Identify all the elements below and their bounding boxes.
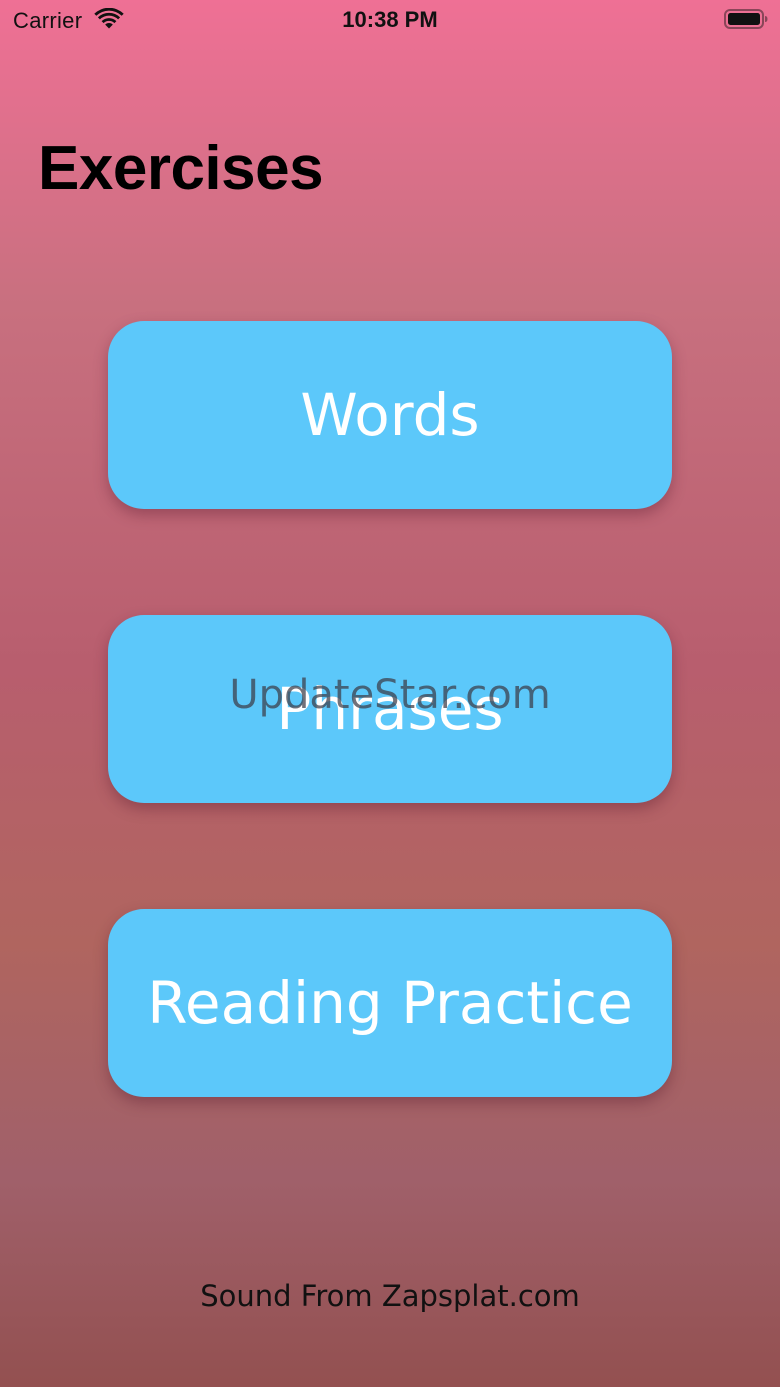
reading-practice-button-label: Reading Practice <box>147 969 633 1037</box>
words-button[interactable]: Words <box>108 321 672 509</box>
phrases-button-label: Phrases <box>276 675 504 743</box>
page-title: Exercises <box>38 134 324 203</box>
phrases-button[interactable]: Phrases <box>108 615 672 803</box>
sound-credit: Sound From Zapsplat.com <box>200 1279 580 1313</box>
battery-icon <box>724 9 768 29</box>
reading-practice-button[interactable]: Reading Practice <box>108 909 672 1097</box>
status-bar: Carrier 10:38 PM <box>0 0 780 40</box>
status-time: 10:38 PM <box>342 7 438 32</box>
words-button-label: Words <box>300 381 480 449</box>
